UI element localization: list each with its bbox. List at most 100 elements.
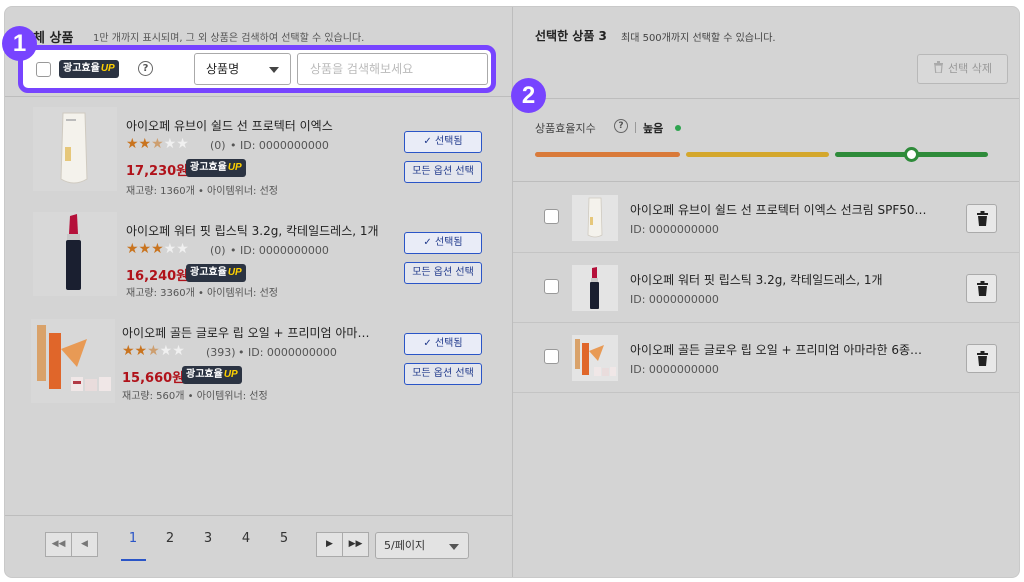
trash-icon xyxy=(977,351,988,366)
stars-empty: ★★ xyxy=(163,241,189,257)
remove-item-button[interactable] xyxy=(966,344,997,373)
chevron-down-icon xyxy=(449,544,459,550)
select-all-options-button[interactable]: 모든 옵션 선택 xyxy=(404,161,482,183)
active-page-indicator xyxy=(121,559,146,561)
product-row: 아이오페 골든 글로우 립 오일 + 프리미엄 아마… ★★★★★ (393) … xyxy=(5,311,513,415)
stock-info: 재고량: 560개 • 아이템위너: 선정 xyxy=(122,391,268,402)
product-price: 15,660원 xyxy=(122,371,185,386)
lip-oil-set-image xyxy=(572,335,618,381)
item-checkbox[interactable] xyxy=(544,279,559,294)
selected-item-row: 아이오페 골든 글로우 립 오일 + 프리미엄 아마라한 6종… ID: 000… xyxy=(513,323,1019,393)
remove-item-button[interactable] xyxy=(966,204,997,233)
next-page-button[interactable]: ▶ xyxy=(316,532,343,557)
search-field-select[interactable]: 상품명 xyxy=(194,53,291,85)
delete-selected-label: 선택 삭제 xyxy=(948,62,992,75)
ad-badge-up: UP xyxy=(223,369,238,380)
product-name: 아이오페 골든 글로우 립 오일 + 프리미엄 아마… xyxy=(122,326,370,340)
product-id: • ID: 0000000000 xyxy=(230,244,329,257)
per-page-select[interactable]: 5/페이지 xyxy=(375,532,469,559)
lipstick-image xyxy=(572,265,618,311)
select-all-checkbox[interactable] xyxy=(36,62,51,77)
stars-empty: ★★ xyxy=(163,136,189,152)
product-price: 16,240원 xyxy=(126,269,189,284)
stars-full: ★★ xyxy=(122,343,148,359)
select-all-options-button[interactable]: 모든 옵션 선택 xyxy=(404,363,482,385)
chevron-down-icon xyxy=(269,67,279,73)
review-count: (0) xyxy=(210,139,226,152)
efficiency-marker xyxy=(904,147,919,162)
step-2-callout: 2 xyxy=(511,78,546,113)
search-field-select-value: 상품명 xyxy=(206,62,240,76)
selected-item-id: ID: 0000000000 xyxy=(630,223,719,236)
product-search-input[interactable]: 상품을 검색해보세요 xyxy=(297,53,488,85)
product-id: • ID: 0000000000 xyxy=(238,346,337,359)
ad-badge-text: 광고효율 xyxy=(63,63,100,74)
sunscreen-tube-image xyxy=(33,107,117,191)
item-checkbox[interactable] xyxy=(544,209,559,224)
page-4-link[interactable]: 4 xyxy=(239,531,253,546)
product-price: 17,230원 xyxy=(126,164,189,179)
all-products-subtitle: 1만 개까지 표시되며, 그 외 상품은 검색하여 선택할 수 있습니다. xyxy=(93,33,365,44)
efficiency-index-label: 상품효율지수 xyxy=(535,122,596,135)
stock-info: 재고량: 1360개 • 아이템위너: 선정 xyxy=(126,186,279,197)
trash-icon xyxy=(977,281,988,296)
selected-item-id: ID: 0000000000 xyxy=(630,363,719,376)
delete-selected-button[interactable]: 선택 삭제 xyxy=(917,54,1008,84)
sunscreen-tube-image xyxy=(572,195,618,241)
stars-half: ★ xyxy=(147,343,160,359)
select-all-options-button[interactable]: 모든 옵션 선택 xyxy=(404,262,482,284)
efficiency-index: 상품효율지수 ? 높음 xyxy=(513,100,1019,182)
item-checkbox[interactable] xyxy=(544,349,559,364)
trash-icon xyxy=(934,61,943,74)
selected-item-name: 아이오페 워터 핏 립스틱 3.2g, 칵테일드레스, 1개 xyxy=(630,273,883,287)
stars-half: ★ xyxy=(151,136,164,152)
review-count: (0) xyxy=(210,244,226,257)
filter-bar-highlight: 광고효율UP ? 상품명 상품을 검색해보세요 xyxy=(18,45,496,93)
review-count: (393) xyxy=(206,346,236,359)
stars-full: ★★★ xyxy=(126,241,164,257)
selected-products-subtitle: 최대 500개까지 선택할 수 있습니다. xyxy=(621,33,776,44)
step-1-callout: 1 xyxy=(2,26,37,61)
efficiency-bar-medium xyxy=(686,152,829,157)
efficiency-index-value: 높음 xyxy=(643,122,664,135)
ad-badge-text: 광고효율 xyxy=(190,162,227,173)
help-icon[interactable]: ? xyxy=(138,61,153,76)
ad-badge-up: UP xyxy=(227,267,242,278)
page-2-link[interactable]: 2 xyxy=(163,531,177,546)
selected-button[interactable]: ✓ 선택됨 xyxy=(404,333,482,355)
prev-page-button[interactable]: ◀ xyxy=(71,532,98,557)
rating-stars-icon: ★★★★★ xyxy=(126,136,189,152)
status-dot-icon xyxy=(675,125,681,131)
lipstick-image xyxy=(33,212,117,296)
product-row: 아이오페 워터 핏 립스틱 3.2g, 칵테일드레스, 1개 ★★★★★ (0)… xyxy=(5,208,513,312)
ad-badge-up: UP xyxy=(100,63,115,74)
selected-products-title: 선택한 상품 3 xyxy=(535,29,607,43)
all-products-title: 체 상품 xyxy=(33,31,74,46)
product-name: 아이오페 워터 핏 립스틱 3.2g, 칵테일드레스, 1개 xyxy=(126,224,379,238)
ad-efficiency-badge: 광고효율UP xyxy=(186,159,246,177)
selected-item-row: 아이오페 워터 핏 립스틱 3.2g, 칵테일드레스, 1개 ID: 00000… xyxy=(513,253,1019,323)
stock-info: 재고량: 3360개 • 아이템위너: 선정 xyxy=(126,288,279,299)
product-name: 아이오페 유브이 쉴드 선 프로텍터 이엑스 xyxy=(126,119,333,133)
selected-button[interactable]: ✓ 선택됨 xyxy=(404,131,482,153)
page-3-link[interactable]: 3 xyxy=(201,531,215,546)
ad-efficiency-badge: 광고효율UP xyxy=(182,366,242,384)
ad-efficiency-filter-badge[interactable]: 광고효율UP xyxy=(59,60,119,78)
product-row: 아이오페 유브이 쉴드 선 프로텍터 이엑스 ★★★★★ (0) • ID: 0… xyxy=(5,105,513,209)
per-page-value: 5/페이지 xyxy=(384,539,426,552)
last-page-button[interactable]: ▶▶ xyxy=(342,532,369,557)
all-products-panel: 체 상품 1만 개까지 표시되며, 그 외 상품은 검색하여 선택할 수 있습니… xyxy=(5,7,513,577)
help-icon[interactable]: ? xyxy=(614,119,628,133)
remove-item-button[interactable] xyxy=(966,274,997,303)
ad-badge-text: 광고효율 xyxy=(186,369,223,380)
selected-item-row: 아이오페 유브이 쉴드 선 프로텍터 이엑스 선크림 SPF50… ID: 00… xyxy=(513,183,1019,253)
selected-button[interactable]: ✓ 선택됨 xyxy=(404,232,482,254)
page-5-link[interactable]: 5 xyxy=(277,531,291,546)
page-1-link[interactable]: 1 xyxy=(126,531,140,546)
stars-full: ★★ xyxy=(126,136,152,152)
selected-item-id: ID: 0000000000 xyxy=(630,293,719,306)
selected-item-name: 아이오페 골든 글로우 립 오일 + 프리미엄 아마라한 6종… xyxy=(630,343,923,357)
selected-item-name: 아이오페 유브이 쉴드 선 프로텍터 이엑스 선크림 SPF50… xyxy=(630,203,927,217)
first-page-button[interactable]: ◀◀ xyxy=(45,532,72,557)
all-products-header: 체 상품 1만 개까지 표시되며, 그 외 상품은 검색하여 선택할 수 있습니… xyxy=(5,7,513,97)
